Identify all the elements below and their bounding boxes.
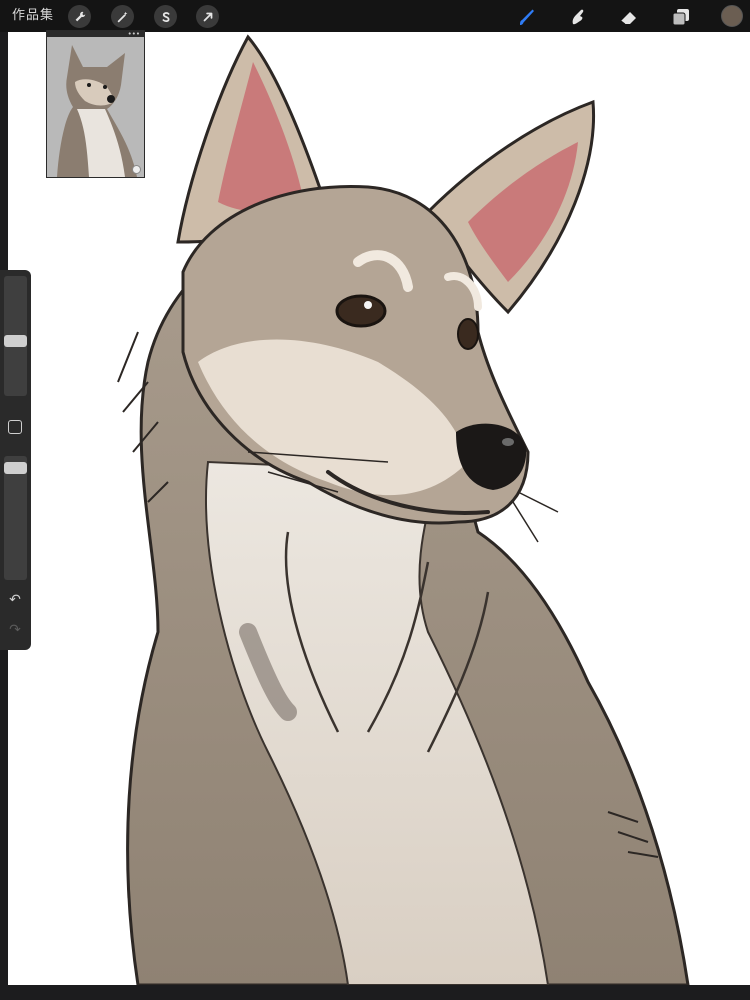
top-toolbar: 作品集 <box>0 0 750 32</box>
opacity-thumb[interactable] <box>4 461 27 474</box>
color-swatch-button[interactable] <box>721 5 743 27</box>
resize-handle-icon[interactable] <box>132 165 141 174</box>
gallery-button[interactable]: 作品集 <box>12 7 54 25</box>
brush-size-thumb[interactable] <box>4 335 27 348</box>
reference-photo <box>47 37 144 177</box>
arrow-cursor-icon[interactable] <box>196 5 219 28</box>
opacity-slider[interactable] <box>4 456 27 580</box>
undo-arrow-icon[interactable]: ↶ <box>6 592 24 608</box>
redo-arrow-icon[interactable]: ↷ <box>6 622 24 638</box>
reference-window[interactable]: ••• <box>46 30 145 178</box>
magic-wand-icon[interactable] <box>111 5 134 28</box>
eraser-icon[interactable] <box>617 5 641 29</box>
smudge-finger-icon[interactable] <box>566 5 590 29</box>
selection-s-icon[interactable] <box>154 5 177 28</box>
sidebar: ↶ ↷ <box>0 270 31 650</box>
wrench-icon[interactable] <box>68 5 91 28</box>
layers-icon[interactable] <box>669 5 693 29</box>
brush-icon[interactable] <box>515 5 539 29</box>
bottom-strip <box>0 985 750 1000</box>
square-icon[interactable] <box>8 420 22 434</box>
